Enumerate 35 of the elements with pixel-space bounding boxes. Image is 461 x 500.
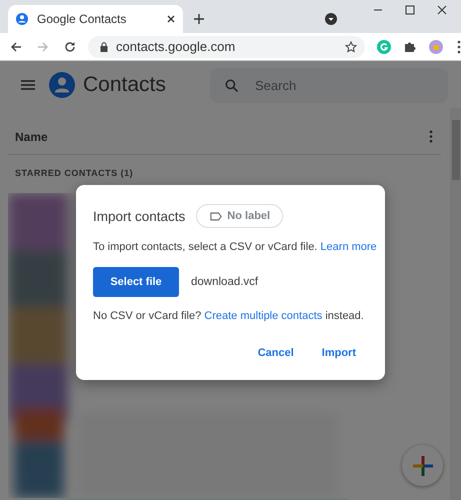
browser-tab[interactable]: Google Contacts <box>8 5 183 33</box>
alternative-text: No CSV or vCard file? Create multiple contacts instead. <box>93 310 365 322</box>
contacts-logo-icon <box>49 72 75 98</box>
address-bar[interactable]: contacts.google.com <box>88 36 365 58</box>
menu-icon[interactable] <box>21 80 35 90</box>
back-icon[interactable] <box>10 40 22 52</box>
link[interactable]: Learn more <box>320 241 377 253</box>
column-header[interactable]: Name <box>15 130 48 144</box>
star-icon[interactable] <box>345 40 357 52</box>
close-icon[interactable] <box>167 15 175 23</box>
link[interactable]: Create multiple contacts <box>204 310 322 322</box>
scrollbar[interactable] <box>450 108 461 500</box>
lock-icon <box>100 42 108 52</box>
section-heading: STARRED CONTACTS (1) <box>15 168 134 178</box>
import-button[interactable]: Import <box>310 341 368 365</box>
scrollbar-thumb[interactable] <box>452 120 460 180</box>
select-file-button[interactable]: Select file <box>93 267 179 297</box>
search-field[interactable]: Search <box>210 68 448 102</box>
cancel-button[interactable]: Cancel <box>246 341 306 365</box>
dropdown-icon[interactable] <box>325 13 337 25</box>
close-icon[interactable] <box>437 5 447 15</box>
reload-icon[interactable] <box>64 40 76 52</box>
person-icon <box>16 13 28 25</box>
label-icon <box>210 212 222 220</box>
file-name: download.vcf <box>191 276 258 288</box>
plus-icon <box>412 456 432 476</box>
menu-icon[interactable] <box>457 40 461 54</box>
maximize-icon[interactable] <box>405 5 415 15</box>
dialog-title: Import contacts <box>93 208 186 224</box>
puzzle-icon[interactable] <box>403 40 417 54</box>
new-tab-icon[interactable] <box>194 14 204 24</box>
add-button[interactable] <box>402 445 443 486</box>
label-chip[interactable]: No label <box>196 204 284 228</box>
app-title: Contacts <box>83 73 167 97</box>
more-icon[interactable] <box>429 130 433 143</box>
